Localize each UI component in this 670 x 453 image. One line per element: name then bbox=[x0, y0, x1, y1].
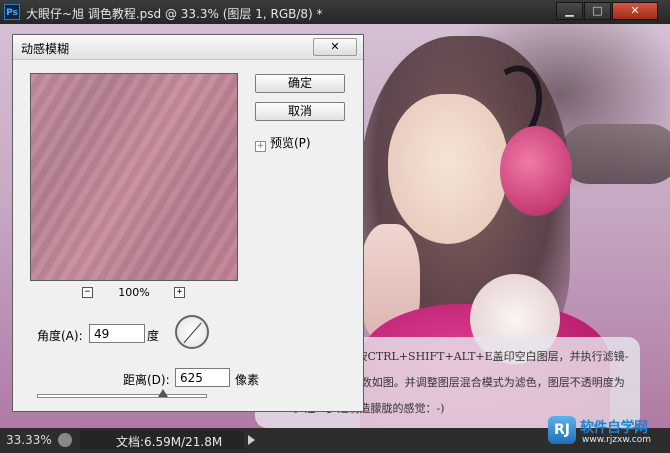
status-menu-arrow-icon[interactable] bbox=[248, 435, 255, 445]
preview-zoom-row: 100% − + bbox=[30, 285, 238, 301]
distance-slider-track[interactable] bbox=[37, 394, 207, 398]
document-title-bar: Ps 大眼仔~旭 调色教程.psd @ 33.3% (图层 1, RGB/8) … bbox=[0, 0, 670, 24]
preview-checkbox[interactable]: + bbox=[255, 141, 266, 152]
zoom-status-value[interactable]: 33.33% bbox=[6, 433, 52, 447]
dialog-close-icon[interactable]: ✕ bbox=[313, 38, 357, 56]
angle-unit: 度 bbox=[147, 329, 160, 343]
distance-unit: 像素 bbox=[235, 373, 260, 387]
preview-label: 预览(P) bbox=[270, 136, 311, 150]
photo-earmuff bbox=[500, 126, 572, 216]
motion-blur-dialog: 动感模糊 ✕ 100% − + 确定 取消 + 预览(P) 角度(A): 度 距离… bbox=[12, 34, 364, 412]
photo-background-log bbox=[560, 124, 670, 184]
angle-dial-needle bbox=[183, 322, 202, 344]
dialog-title: 动感模糊 bbox=[21, 42, 70, 56]
distance-slider-thumb[interactable] bbox=[158, 389, 168, 397]
watermark-text: 软件自学网 bbox=[580, 420, 648, 436]
angle-dial[interactable] bbox=[175, 315, 209, 349]
status-menu-icon[interactable] bbox=[58, 433, 72, 447]
ok-button[interactable]: 确定 bbox=[255, 74, 345, 93]
document-info-field: 文档:6.59M/21.8M bbox=[80, 431, 244, 449]
preview-option[interactable]: + 预览(P) bbox=[255, 134, 311, 152]
angle-label: 角度(A): bbox=[37, 329, 83, 343]
distance-label: 距离(D): bbox=[123, 373, 170, 387]
document-size-info: 文档:6.59M/21.8M bbox=[116, 435, 223, 449]
maximize-button[interactable]: □ bbox=[584, 2, 611, 20]
distance-input[interactable] bbox=[175, 368, 230, 387]
photoshop-app-icon: Ps bbox=[4, 4, 20, 20]
angle-input[interactable] bbox=[89, 324, 145, 343]
document-title: 大眼仔~旭 调色教程.psd @ 33.3% (图层 1, RGB/8) * bbox=[26, 7, 323, 21]
preview-zoom-value: 100% bbox=[118, 286, 150, 299]
zoom-in-icon[interactable]: + bbox=[174, 287, 185, 298]
site-watermark: RJ 软件自学网 www.rjzxw.com bbox=[548, 416, 666, 450]
minimize-button[interactable]: ▁ bbox=[556, 2, 583, 20]
cancel-button[interactable]: 取消 bbox=[255, 102, 345, 121]
watermark-logo-icon: RJ bbox=[548, 416, 576, 444]
dialog-title-bar[interactable]: 动感模糊 ✕ bbox=[13, 35, 363, 60]
close-window-button[interactable]: ✕ bbox=[612, 2, 658, 20]
zoom-out-icon[interactable]: − bbox=[82, 287, 93, 298]
blur-preview-pane[interactable] bbox=[30, 73, 238, 281]
watermark-url: www.rjzxw.com bbox=[582, 435, 651, 445]
